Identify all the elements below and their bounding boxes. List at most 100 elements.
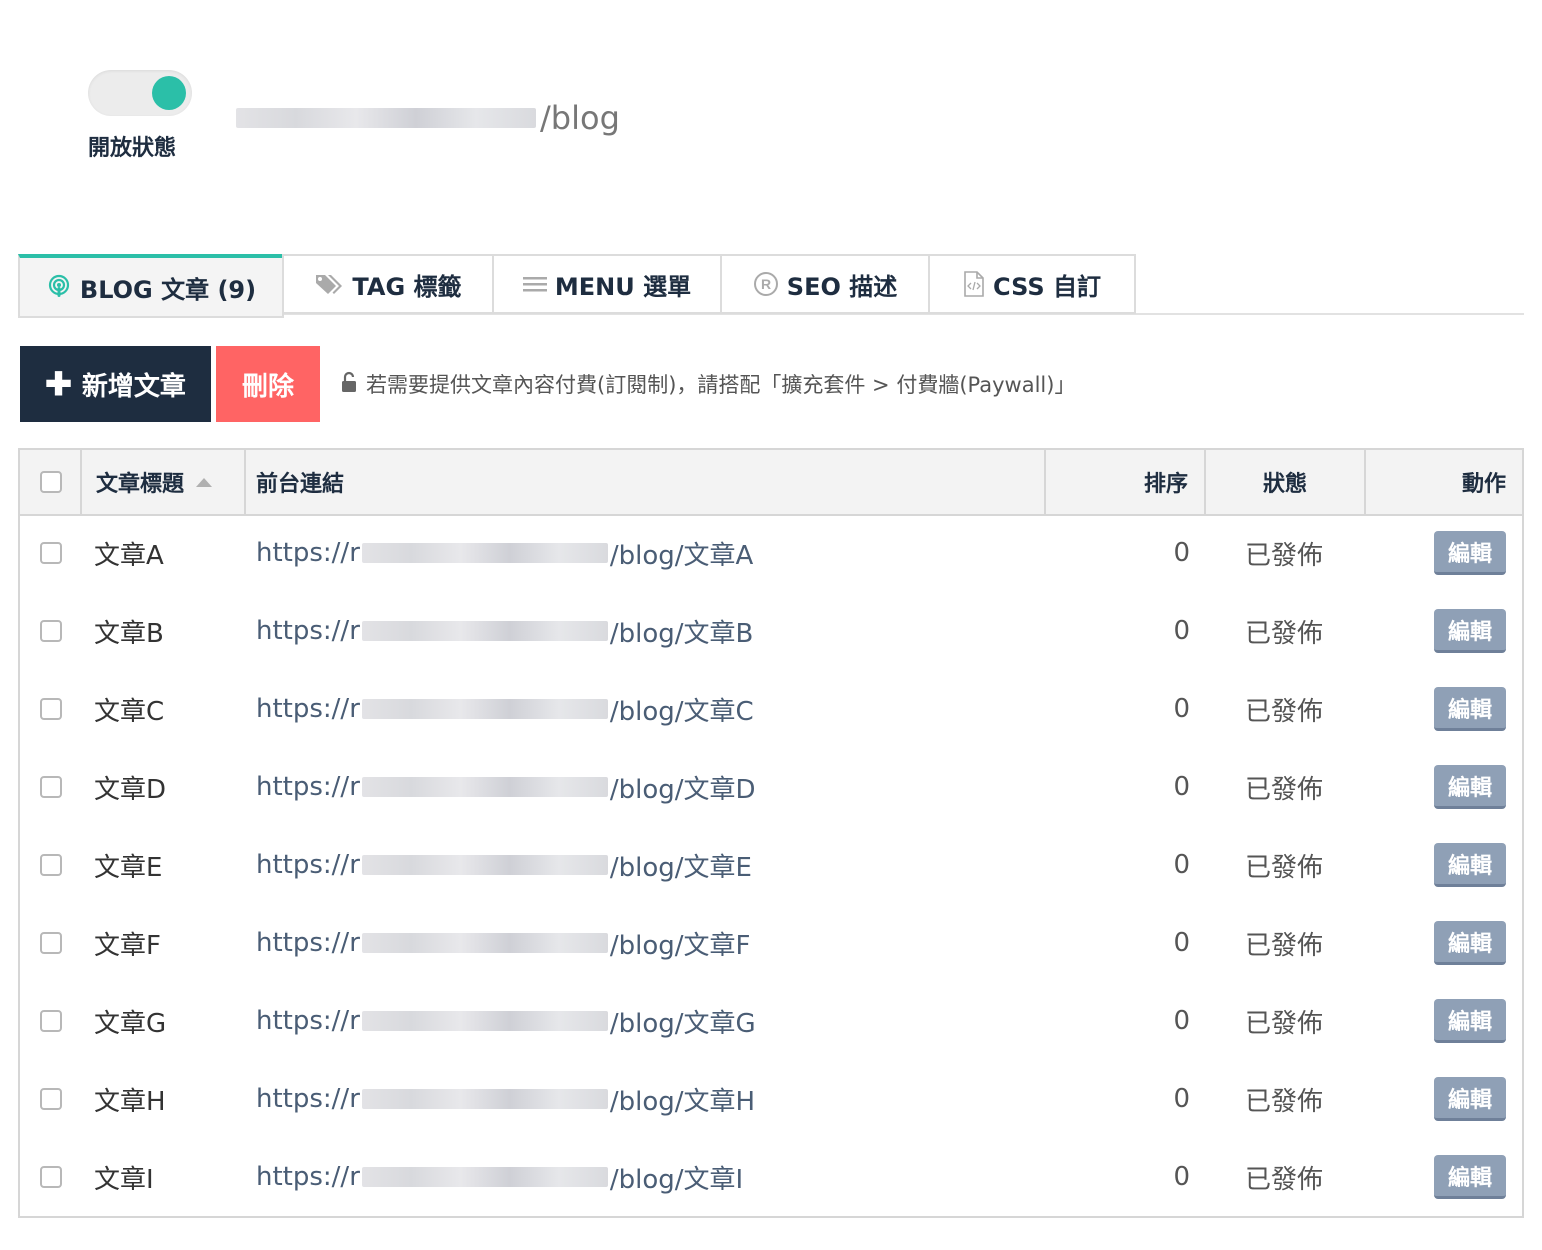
link-prefix: https://r [256, 1084, 360, 1114]
article-order: 0 [1173, 694, 1190, 724]
row-checkbox[interactable] [40, 698, 62, 720]
table-header: 文章標題 前台連結 排序 狀態 動作 [20, 450, 1522, 516]
sort-ascending-icon [196, 477, 213, 487]
header-status: 狀態 [1204, 450, 1364, 514]
article-status: 已發佈 [1244, 1164, 1323, 1195]
tab-menu[interactable]: MENU 選單 [492, 254, 722, 314]
link-suffix: /blog/文章D [609, 774, 756, 805]
table-row: 文章F https://r /blog/文章F 0 已發佈 編輯 [20, 904, 1522, 982]
menu-icon [522, 274, 547, 294]
link-prefix: https://r [256, 850, 360, 880]
article-title: 文章I [94, 1164, 154, 1195]
edit-button[interactable]: 編輯 [1434, 687, 1506, 731]
article-title: 文章F [94, 930, 161, 961]
paywall-note: 若需要提供文章內容付費(訂閱制)，請搭配「擴充套件 > 付費牆(Paywall)… [340, 366, 1075, 402]
row-checkbox[interactable] [40, 854, 62, 876]
link-prefix: https://r [256, 1162, 360, 1192]
edit-button[interactable]: 編輯 [1434, 1155, 1506, 1199]
article-link[interactable]: https://r /blog/文章A [256, 514, 1036, 592]
article-status: 已發佈 [1244, 852, 1323, 883]
edit-button[interactable]: 編輯 [1434, 921, 1506, 965]
edit-button[interactable]: 編輯 [1434, 843, 1506, 887]
link-suffix: /blog/文章B [609, 618, 754, 649]
table-row: 文章I https://r /blog/文章I 0 已發佈 編輯 [20, 1138, 1522, 1216]
plus-icon: ✚ [45, 366, 72, 402]
edit-button[interactable]: 編輯 [1434, 531, 1506, 575]
link-suffix: /blog/文章A [609, 540, 754, 571]
tab-seo[interactable]: R SEO 描述 [720, 254, 930, 314]
row-checkbox-cell [40, 670, 70, 748]
blurred-domain [361, 699, 608, 719]
row-checkbox-cell [40, 982, 70, 1060]
article-status: 已發佈 [1244, 930, 1323, 961]
edit-button[interactable]: 編輯 [1434, 765, 1506, 809]
article-title: 文章E [94, 852, 163, 883]
select-all-checkbox[interactable] [40, 471, 62, 493]
article-link[interactable]: https://r /blog/文章I [256, 1138, 1036, 1216]
link-suffix: /blog/文章F [609, 930, 751, 961]
edit-cell: 編輯 [1434, 592, 1506, 670]
article-status: 已發佈 [1244, 1008, 1323, 1039]
row-checkbox[interactable] [40, 1166, 62, 1188]
edit-cell: 編輯 [1434, 670, 1506, 748]
row-checkbox[interactable] [40, 542, 62, 564]
article-title: 文章C [94, 696, 165, 727]
tab-css[interactable]: CSS 自訂 [928, 254, 1136, 314]
tab-blog-articles[interactable]: BLOG 文章 (9) [18, 254, 284, 318]
article-status: 已發佈 [1244, 1086, 1323, 1117]
edit-button[interactable]: 編輯 [1434, 1077, 1506, 1121]
row-checkbox-cell [40, 748, 70, 826]
article-link[interactable]: https://r /blog/文章B [256, 592, 1036, 670]
delete-button[interactable]: 刪除 [216, 346, 320, 422]
article-order: 0 [1173, 538, 1190, 568]
article-link[interactable]: https://r /blog/文章F [256, 904, 1036, 982]
article-title: 文章H [94, 1086, 166, 1117]
article-title: 文章G [94, 1008, 167, 1039]
article-order: 0 [1173, 1084, 1190, 1114]
row-checkbox[interactable] [40, 932, 62, 954]
article-link[interactable]: https://r /blog/文章G [256, 982, 1036, 1060]
link-suffix: /blog/文章C [609, 696, 754, 727]
table-row: 文章A https://r /blog/文章A 0 已發佈 編輯 [20, 514, 1522, 592]
edit-button[interactable]: 編輯 [1434, 609, 1506, 653]
edit-cell: 編輯 [1434, 904, 1506, 982]
header-action-label: 動作 [1461, 472, 1506, 497]
open-status-toggle[interactable] [88, 70, 192, 116]
row-checkbox[interactable] [40, 1088, 62, 1110]
table-row: 文章D https://r /blog/文章D 0 已發佈 編輯 [20, 748, 1522, 826]
article-link[interactable]: https://r /blog/文章D [256, 748, 1036, 826]
link-suffix: /blog/文章H [609, 1086, 756, 1117]
edit-button[interactable]: 編輯 [1434, 999, 1506, 1043]
article-status: 已發佈 [1244, 618, 1323, 649]
article-order: 0 [1173, 1162, 1190, 1192]
edit-cell: 編輯 [1434, 826, 1506, 904]
article-link[interactable]: https://r /blog/文章E [256, 826, 1036, 904]
header-order: 排序 [1044, 450, 1204, 514]
article-order: 0 [1173, 928, 1190, 958]
blurred-domain [361, 777, 608, 797]
table-row: 文章C https://r /blog/文章C 0 已發佈 編輯 [20, 670, 1522, 748]
row-checkbox[interactable] [40, 776, 62, 798]
header-link-label: 前台連結 [256, 472, 345, 497]
table-row: 文章G https://r /blog/文章G 0 已發佈 編輯 [20, 982, 1522, 1060]
article-link[interactable]: https://r /blog/文章H [256, 1060, 1036, 1138]
add-article-button[interactable]: ✚ 新增文章 [20, 346, 211, 422]
row-checkbox-cell [40, 1138, 70, 1216]
header-title-label: 文章標題 [96, 472, 185, 497]
articles-table: 文章標題 前台連結 排序 狀態 動作 文章A https://r /blog/文… [18, 448, 1524, 1218]
link-suffix: /blog/文章I [609, 1164, 744, 1195]
article-link[interactable]: https://r /blog/文章C [256, 670, 1036, 748]
row-checkbox-cell [40, 904, 70, 982]
tab-tags[interactable]: TAG 標籤 [282, 254, 494, 314]
site-url-suffix: /blog [540, 99, 620, 137]
article-title: 文章A [94, 540, 164, 571]
header-action: 動作 [1364, 450, 1522, 514]
row-checkbox-cell [40, 514, 70, 592]
site-url: /blog [236, 96, 620, 140]
blurred-domain [361, 1089, 608, 1109]
edit-cell: 編輯 [1434, 748, 1506, 826]
header-title[interactable]: 文章標題 [80, 450, 244, 514]
article-order: 0 [1173, 850, 1190, 880]
row-checkbox[interactable] [40, 1010, 62, 1032]
row-checkbox[interactable] [40, 620, 62, 642]
